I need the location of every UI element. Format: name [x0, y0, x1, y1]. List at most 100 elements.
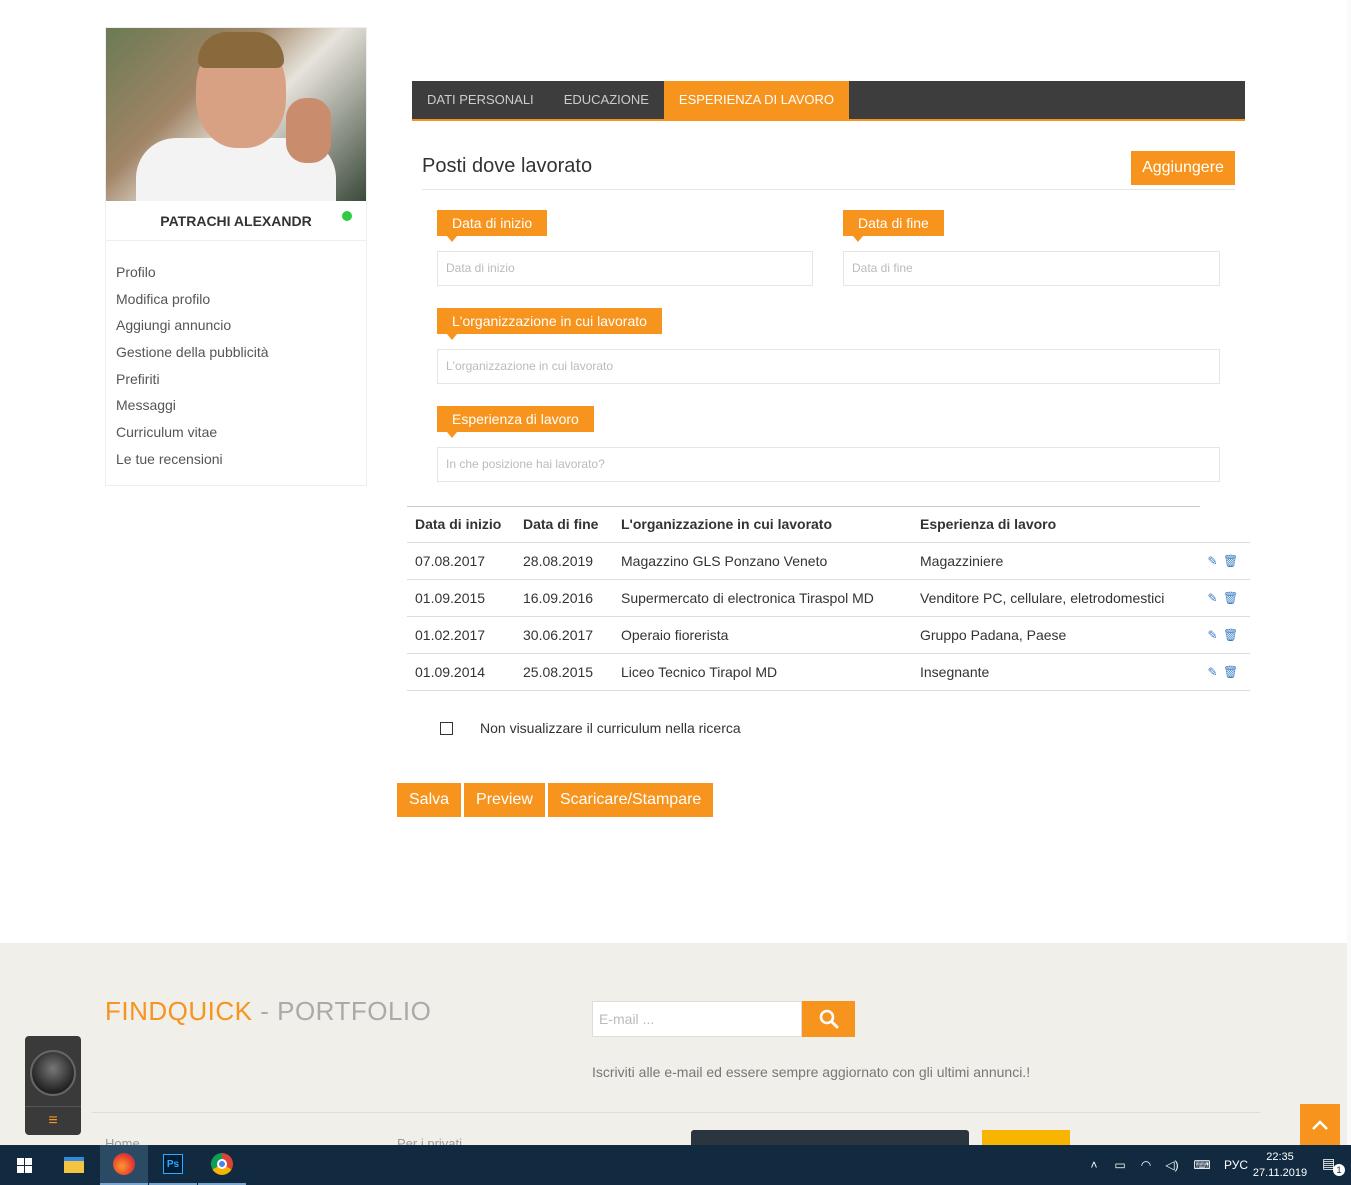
header-end-date: Data di fine — [523, 516, 599, 532]
cell-experience: Gruppo Padana, Paese — [920, 627, 1067, 643]
chat-avatar[interactable] — [30, 1050, 76, 1096]
end-date-input[interactable]: Data di fine — [843, 251, 1220, 286]
system-tray: ˄ ▭ ◠ ◁) ⌨ РУС — [1086, 1145, 1248, 1185]
start-button[interactable] — [0, 1145, 48, 1185]
menu-item-modifica-profilo[interactable]: Modifica profilo — [116, 286, 356, 313]
cell-start-date: 01.02.2017 — [415, 627, 486, 643]
username-text: PATRACHI ALEXANDR — [160, 212, 312, 229]
edit-icon[interactable]: ✎ — [1206, 665, 1219, 679]
edit-icon[interactable]: ✎ — [1206, 554, 1219, 568]
add-button[interactable]: Aggiungere — [1131, 151, 1235, 185]
scroll-to-top-button[interactable] — [1300, 1104, 1340, 1145]
table-row: 01.02.2017 30.06.2017 Operaio fiorerista… — [407, 617, 1250, 654]
wifi-icon[interactable]: ◠ — [1138, 1157, 1154, 1173]
taskbar-chrome[interactable] — [198, 1145, 246, 1185]
profile-tabs: DATI PERSONALI EDUCAZIONE ESPERIENZA DI … — [412, 81, 1245, 121]
newsletter-search-button[interactable] — [802, 1001, 855, 1037]
brand-main: FINDQUICK — [105, 996, 253, 1026]
hamburger-icon[interactable]: ≡ — [25, 1108, 81, 1134]
header-experience: Esperienza di lavoro — [920, 516, 1057, 532]
footer-app-image[interactable] — [691, 1130, 969, 1145]
footer-brand[interactable]: FINDQUICK - PORTFOLIO — [105, 996, 431, 1027]
experience-label: Esperienza di lavoro — [437, 406, 594, 438]
start-date-label: Data di inizio — [437, 210, 548, 242]
cell-organization: Liceo Tecnico Tirapol MD — [621, 664, 778, 680]
trash-icon[interactable]: 🗑 — [1223, 554, 1238, 568]
organization-input[interactable]: L'organizzazione in cui lavorato — [437, 349, 1220, 384]
firefox-icon — [113, 1153, 135, 1175]
edit-icon[interactable]: ✎ — [1206, 628, 1219, 642]
header-organization: L'organizzazione in cui lavorato — [621, 516, 833, 532]
form-actions: Salva Preview Scaricare/Stampare — [397, 783, 714, 817]
menu-item-aggiungi-annuncio[interactable]: Aggiungi annuncio — [116, 312, 356, 339]
table-row: 01.09.2014 25.08.2015 Liceo Tecnico Tira… — [407, 654, 1250, 691]
menu-item-recensioni[interactable]: Le tue recensioni — [116, 446, 356, 473]
profile-photo — [106, 28, 366, 201]
trash-icon[interactable]: 🗑 — [1223, 665, 1238, 679]
cell-organization: Magazzino GLS Ponzano Veneto — [621, 553, 828, 569]
tab-educazione[interactable]: EDUCAZIONE — [549, 81, 664, 119]
notification-badge: 1 — [1333, 1164, 1345, 1176]
menu-item-gestione-pubblicita[interactable]: Gestione della pubblicità — [116, 339, 356, 366]
taskbar-firefox[interactable] — [100, 1145, 148, 1185]
section-title: Posti dove lavorato — [422, 155, 593, 177]
hide-cv-checkbox[interactable] — [440, 721, 453, 735]
brand-separator: - — [252, 996, 278, 1026]
chat-widget[interactable]: ≡ — [25, 1036, 81, 1135]
brand-rest: PORTFOLIO — [277, 996, 432, 1026]
work-experience-table: Data di inizio Data di fine L'organizzaz… — [407, 506, 1250, 691]
cell-end-date: 25.08.2015 — [523, 664, 594, 680]
taskbar-clock[interactable]: 22:35 27.11.2019 — [1250, 1149, 1310, 1181]
online-status-dot — [342, 211, 352, 221]
download-print-button[interactable]: Scaricare/Stampare — [547, 783, 714, 817]
page-scrollbar[interactable] — [1347, 0, 1351, 1145]
chevron-up-icon — [1312, 1119, 1328, 1130]
cell-experience: Venditore PC, cellulare, eletrodomestici — [920, 590, 1165, 606]
newsletter-email-input[interactable]: E-mail ... — [592, 1001, 802, 1037]
edit-icon[interactable]: ✎ — [1206, 591, 1219, 605]
taskbar-photoshop[interactable]: Ps — [149, 1145, 197, 1185]
cell-organization: Operaio fiorerista — [621, 627, 729, 643]
hide-cv-option: Non visualizzare il curriculum nella ric… — [440, 720, 741, 736]
cell-start-date: 01.09.2014 — [415, 664, 486, 680]
newsletter-text: Iscriviti alle e-mail ed essere sempre a… — [592, 1064, 1031, 1080]
menu-item-messaggi[interactable]: Messaggi — [116, 392, 356, 419]
section-divider — [422, 189, 1235, 190]
site-footer: FINDQUICK - PORTFOLIO E-mail ... Iscrivi… — [0, 943, 1351, 1151]
footer-qr-image[interactable] — [982, 1130, 1070, 1145]
tab-dati-personali[interactable]: DATI PERSONALI — [412, 81, 549, 119]
volume-icon[interactable]: ◁) — [1164, 1157, 1180, 1173]
clock-date: 27.11.2019 — [1252, 1167, 1308, 1179]
chevron-up-tray-icon[interactable]: ˄ — [1086, 1157, 1102, 1173]
photoshop-icon: Ps — [163, 1154, 183, 1174]
cell-experience: Insegnante — [920, 664, 990, 680]
taskbar-file-explorer[interactable] — [50, 1145, 98, 1185]
keyboard-icon[interactable]: ⌨ — [1190, 1157, 1214, 1173]
footer-divider — [92, 1112, 1260, 1113]
menu-item-profilo[interactable]: Profilo — [116, 259, 356, 286]
profile-menu: Profilo Modifica profilo Aggiungi annunc… — [106, 241, 366, 473]
experience-input[interactable]: In che posizione hai lavorato? — [437, 447, 1220, 482]
cell-end-date: 28.08.2019 — [523, 553, 594, 569]
battery-icon[interactable]: ▭ — [1112, 1157, 1128, 1173]
search-icon — [819, 1009, 838, 1029]
save-button[interactable]: Salva — [397, 783, 462, 817]
header-start-date: Data di inizio — [415, 516, 502, 532]
language-indicator[interactable]: РУС — [1224, 1158, 1248, 1172]
profile-sidebar: PATRACHI ALEXANDR Profilo Modifica profi… — [105, 27, 367, 486]
chrome-icon — [211, 1153, 233, 1175]
cell-experience: Magazziniere — [920, 553, 1004, 569]
tab-esperienza-lavoro[interactable]: ESPERIENZA DI LAVORO — [663, 81, 850, 119]
preview-button[interactable]: Preview — [464, 783, 545, 817]
trash-icon[interactable]: 🗑 — [1223, 628, 1238, 642]
clock-time: 22:35 — [1266, 1151, 1294, 1163]
hide-cv-label: Non visualizzare il curriculum nella ric… — [480, 720, 741, 736]
notification-center-button[interactable]: ▤ 1 — [1322, 1155, 1345, 1176]
trash-icon[interactable]: 🗑 — [1223, 591, 1238, 605]
windows-logo-icon — [16, 1157, 32, 1173]
menu-item-prefiriti[interactable]: Prefiriti — [116, 366, 356, 393]
start-date-input[interactable]: Data di inizio — [437, 251, 813, 286]
menu-item-curriculum-vitae[interactable]: Curriculum vitae — [116, 419, 356, 446]
table-row: 01.09.2015 16.09.2016 Supermercato di el… — [407, 580, 1250, 617]
cell-end-date: 30.06.2017 — [523, 627, 594, 643]
